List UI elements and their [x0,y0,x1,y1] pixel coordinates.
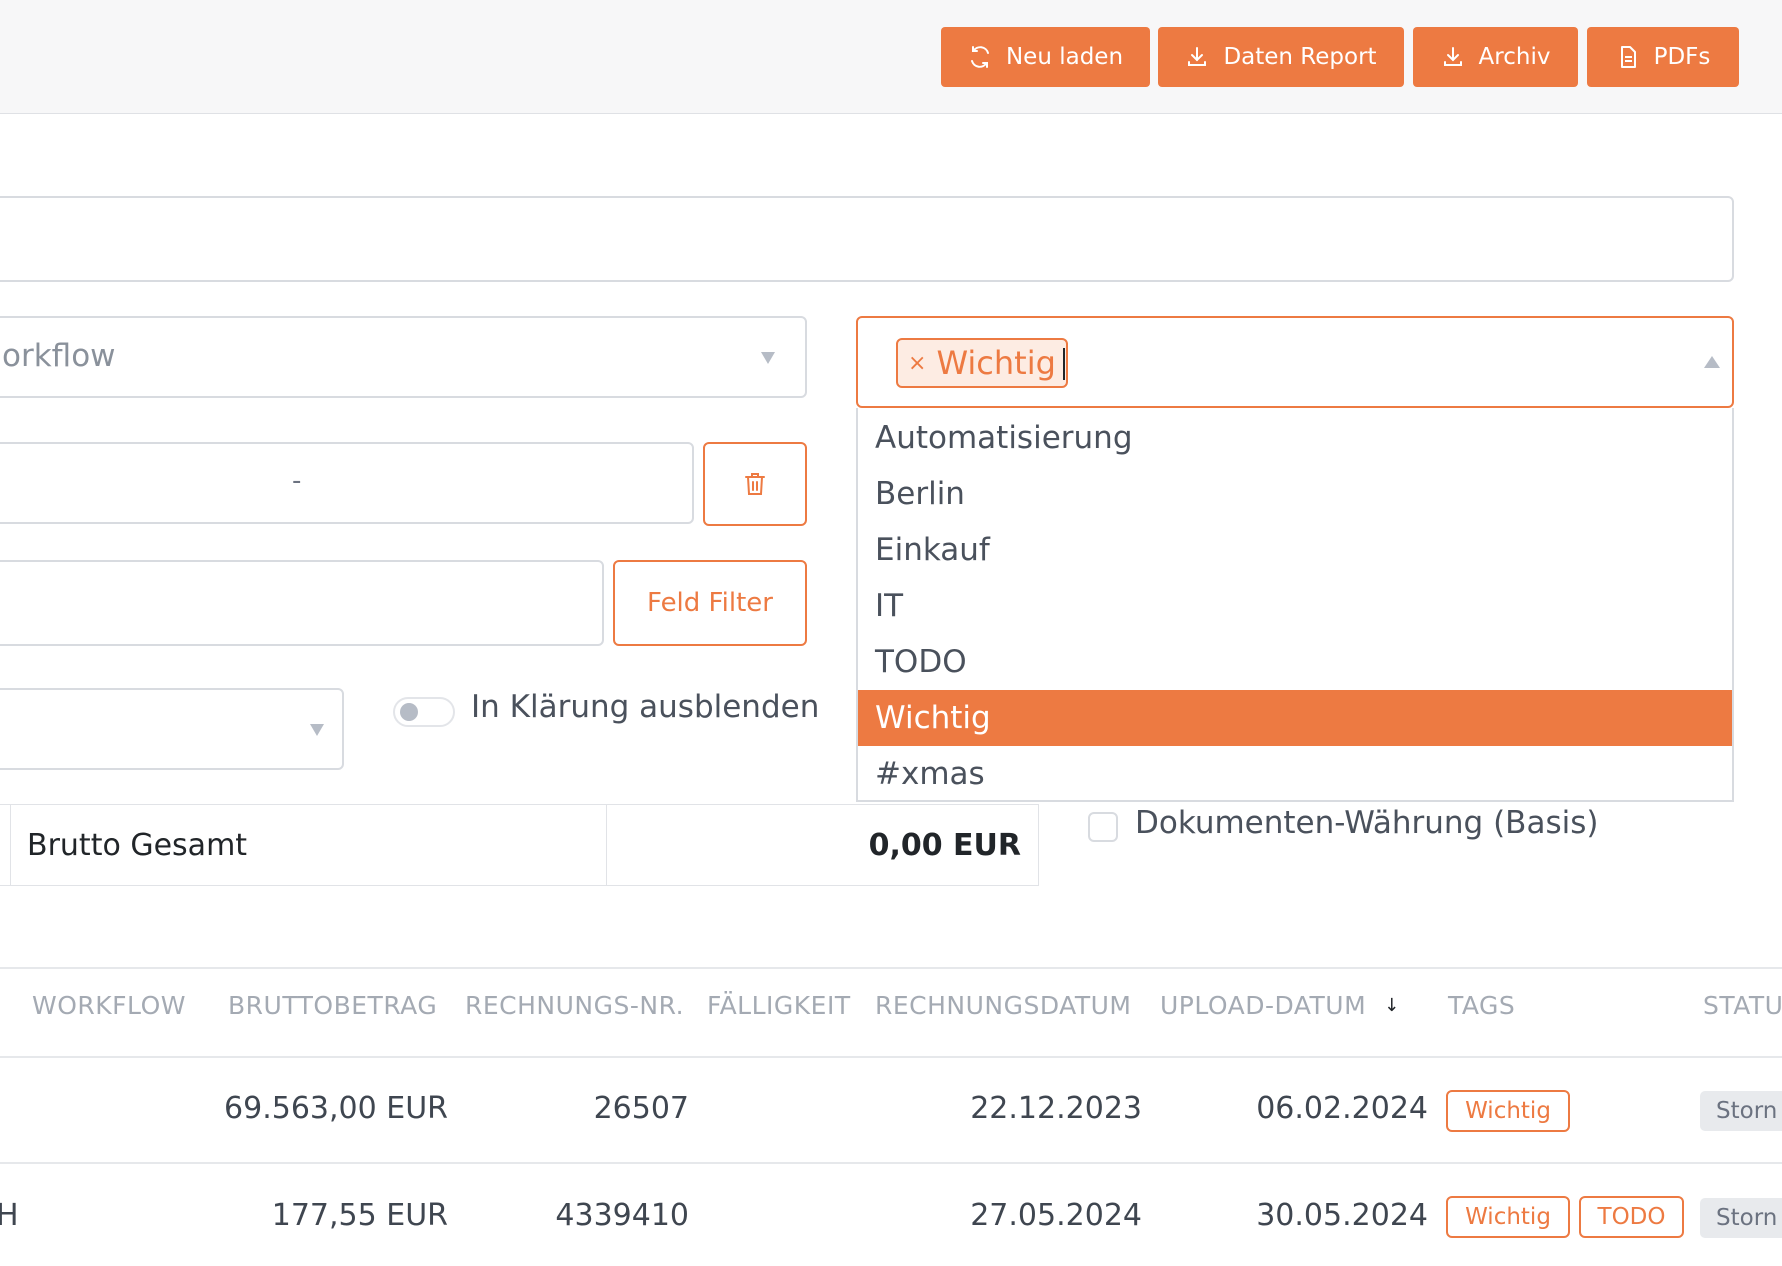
table-top-border [0,967,1782,969]
tag-option-automatisierung[interactable]: Automatisierung [858,410,1732,466]
cell-invoice-no: 26507 [593,1090,689,1126]
tag-option-einkauf[interactable]: Einkauf [858,522,1732,578]
archive-label: Archiv [1478,44,1551,70]
tag-pill[interactable]: Wichtig [1446,1090,1570,1132]
tag-option-it[interactable]: IT [858,578,1732,634]
field-filter-input[interactable] [0,560,604,646]
remove-tag-icon[interactable]: × [908,351,926,376]
tag-option-wichtig[interactable]: Wichtig [858,690,1732,746]
status-badge: Storn [1700,1091,1782,1131]
cell-workflow: H [0,1197,19,1233]
col-header-invoice-date[interactable]: RECHNUNGSDATUM [875,985,1131,1025]
document-icon [1620,46,1636,68]
col-header-invoice-no[interactable]: RECHNUNGS-NR. [465,985,684,1025]
chevron-down-icon [310,724,324,736]
pdfs-label: PDFs [1653,44,1711,70]
cell-invoice-no: 4339410 [555,1197,689,1233]
reload-label: Neu laden [1005,44,1124,70]
hide-clarification-toggle[interactable] [393,697,455,727]
chevron-up-icon [1704,356,1720,368]
cell-invoice-date: 27.05.2024 [970,1197,1142,1233]
top-toolbar: Neu laden Daten Report Archiv PDFs [0,0,1782,114]
cell-upload-date: 30.05.2024 [1256,1197,1428,1233]
selected-tag-label: Wichtig [936,344,1056,382]
tag-option-todo[interactable]: TODO [858,634,1732,690]
field-filter-label: Feld Filter [647,588,773,618]
summary-left-border [0,804,10,886]
hide-clarification-label: In Klärung ausblenden [471,689,820,725]
cell-upload-date: 06.02.2024 [1256,1090,1428,1126]
archive-button[interactable]: Archiv [1413,27,1578,87]
summary-value-cell: 0,00 EUR [606,804,1039,886]
status-badge: Storn [1700,1198,1782,1238]
header-bottom-border [0,1056,1782,1058]
field-filter-button[interactable]: Feld Filter [613,560,807,646]
col-header-upload-date[interactable]: UPLOAD-DATUM ↓ [1160,985,1400,1025]
download-icon [1188,47,1207,66]
download-icon [1443,47,1462,66]
workflow-placeholder: orkflow [2,338,116,374]
data-report-button[interactable]: Daten Report [1158,27,1404,87]
pdfs-button[interactable]: PDFs [1587,27,1739,87]
tag-option-berlin[interactable]: Berlin [858,466,1732,522]
cell-gross: 177,55 EUR [271,1197,448,1233]
tags-dropdown: Automatisierung Berlin Einkauf IT TODO W… [856,408,1734,802]
col-header-due[interactable]: FÄLLIGKEIT [707,985,851,1025]
col-header-tags[interactable]: TAGS [1448,985,1515,1025]
date-range-input[interactable]: - [0,442,694,524]
status-select[interactable] [0,688,344,770]
summary-label-cell: Brutto Gesamt [10,804,607,886]
cell-invoice-date: 22.12.2023 [970,1090,1142,1126]
search-input[interactable] [0,196,1734,282]
col-header-status[interactable]: STATU [1703,985,1782,1025]
chevron-down-icon [761,352,775,364]
sort-desc-icon: ↓ [1384,994,1400,1016]
date-range-separator: - [292,466,302,496]
cell-gross: 69.563,00 EUR [224,1090,448,1126]
currency-checkbox[interactable] [1088,812,1118,842]
summary-label: Brutto Gesamt [27,827,248,863]
col-header-workflow[interactable]: WORKFLOW [32,985,186,1025]
tags-multiselect[interactable]: × Wichtig [856,316,1734,408]
text-cursor [1063,348,1065,380]
summary-value: 0,00 EUR [868,827,1021,863]
col-header-gross[interactable]: BRUTTOBETRAG [228,985,437,1025]
toggle-knob [400,703,418,721]
selected-tag-chip[interactable]: × Wichtig [896,338,1068,388]
currency-label: Dokumenten-Währung (Basis) [1135,805,1599,841]
trash-icon [745,473,765,495]
reload-button[interactable]: Neu laden [941,27,1150,87]
refresh-icon [970,46,989,68]
row-divider [0,1162,1782,1164]
data-report-label: Daten Report [1223,44,1377,70]
tag-pill[interactable]: TODO [1579,1196,1684,1238]
tag-option-xmas[interactable]: #xmas [858,746,1732,802]
tag-pill[interactable]: Wichtig [1446,1196,1570,1238]
clear-date-button[interactable] [703,442,807,526]
workflow-select[interactable]: orkflow [0,316,807,398]
